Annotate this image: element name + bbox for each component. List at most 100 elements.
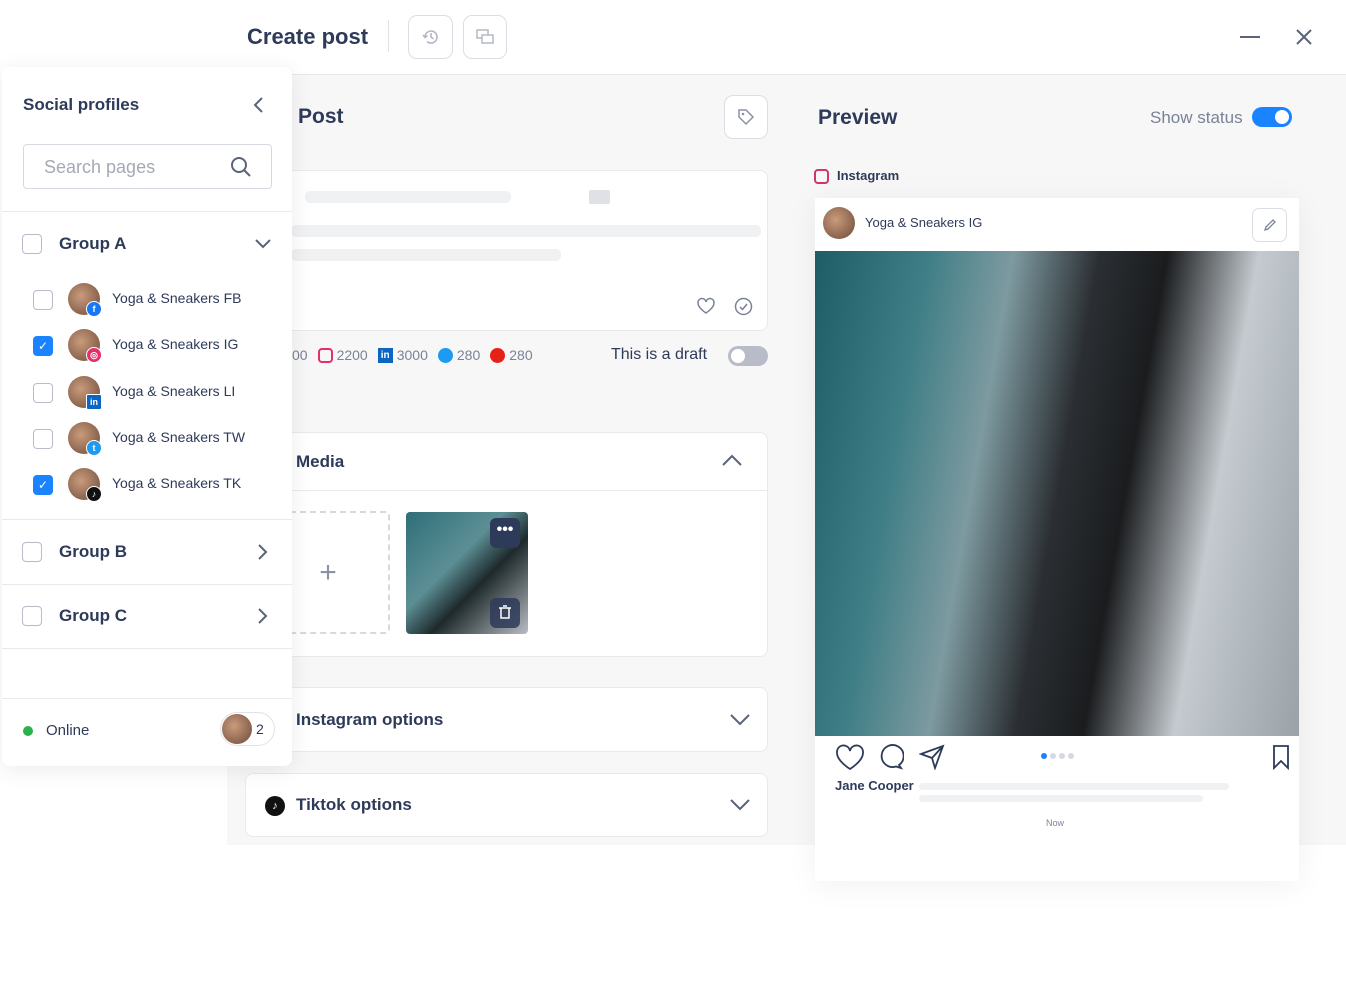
character-counters: 00 2200 in 3000 280 280 xyxy=(292,347,533,363)
card-icon xyxy=(589,190,610,204)
instagram-options-label: Instagram options xyxy=(296,710,444,729)
carousel-dots xyxy=(1041,753,1074,759)
edit-button[interactable] xyxy=(1252,208,1287,242)
group-a-checkbox[interactable] xyxy=(22,234,42,254)
profile-checkbox[interactable] xyxy=(33,429,53,449)
profile-item[interactable]: t Yoga & Sneakers TW xyxy=(2,422,292,456)
linkedin-icon: in xyxy=(377,347,393,363)
post-title: Post xyxy=(298,105,344,128)
profile-item[interactable]: ✓ ♪ Yoga & Sneakers TK xyxy=(2,468,292,502)
chevron-up-icon[interactable] xyxy=(721,453,743,467)
post-time: Now xyxy=(1046,818,1065,828)
preview-network: Instagram xyxy=(837,168,900,183)
header-divider xyxy=(388,20,389,52)
more-icon[interactable]: ••• xyxy=(490,518,520,548)
instagram-preview-card: Yoga & Sneakers IG Jane Cooper Now xyxy=(815,198,1299,881)
profile-item[interactable]: in Yoga & Sneakers LI xyxy=(2,376,292,410)
profile-label: Yoga & Sneakers TK xyxy=(112,475,242,491)
plus-icon: + xyxy=(319,555,337,589)
like-icon[interactable] xyxy=(835,744,865,772)
preview-title: Preview xyxy=(818,106,898,129)
draft-label: This is a draft xyxy=(611,346,708,363)
tag-icon xyxy=(738,109,755,126)
post-editor[interactable] xyxy=(250,170,768,331)
trash-button[interactable] xyxy=(490,598,520,628)
show-status-toggle[interactable] xyxy=(1252,107,1292,127)
group-b-checkbox[interactable] xyxy=(22,542,42,562)
twitter-icon xyxy=(437,347,453,363)
pencil-icon xyxy=(1263,219,1276,232)
draft-toggle[interactable] xyxy=(728,346,768,366)
heart-icon[interactable] xyxy=(696,297,716,315)
profile-label: Yoga & Sneakers TW xyxy=(112,429,246,445)
bookmark-icon[interactable] xyxy=(1272,744,1290,770)
profile-checkbox[interactable] xyxy=(33,290,53,310)
user-avatar xyxy=(222,714,252,744)
username: Jane Cooper xyxy=(835,778,914,793)
search-icon[interactable] xyxy=(230,156,252,178)
profile-checkbox[interactable]: ✓ xyxy=(33,475,53,495)
online-count: 2 xyxy=(256,721,264,737)
search-placeholder: Search pages xyxy=(44,157,156,177)
counter-linkedin: in 3000 xyxy=(377,347,428,363)
account-avatar xyxy=(823,207,855,239)
online-dot xyxy=(23,726,33,736)
share-icon[interactable] xyxy=(919,744,945,770)
tiktok-options-panel[interactable]: ♪ Tiktok options xyxy=(245,773,768,837)
media-thumbnail[interactable]: ••• xyxy=(406,512,528,634)
tiktok-icon: ♪ xyxy=(265,796,285,816)
linkedin-icon: in xyxy=(86,394,102,410)
social-profiles-sidebar: Social profiles Search pages Group A f Y… xyxy=(2,67,292,766)
instagram-options-panel[interactable]: Instagram options xyxy=(250,687,768,752)
chevron-left-icon[interactable] xyxy=(252,96,264,114)
chevron-right-icon[interactable] xyxy=(257,607,269,625)
account-name: Yoga & Sneakers IG xyxy=(865,215,983,230)
tiktok-icon: ♪ xyxy=(86,486,102,502)
instagram-icon: ◎ xyxy=(86,347,102,363)
media-title: Media xyxy=(296,452,345,471)
profile-avatar: t xyxy=(68,422,102,456)
group-c[interactable]: Group C xyxy=(2,596,292,636)
instagram-icon xyxy=(317,347,333,363)
instagram-icon xyxy=(814,169,829,184)
profile-item[interactable]: ✓ ◎ Yoga & Sneakers IG xyxy=(2,329,292,363)
page-title: Create post xyxy=(247,24,369,49)
check-circle-icon[interactable] xyxy=(734,297,753,316)
tiktok-options-label: Tiktok options xyxy=(296,795,412,814)
status-label: Online xyxy=(46,722,90,739)
profile-item[interactable]: f Yoga & Sneakers FB xyxy=(2,283,292,317)
profile-avatar: in xyxy=(68,376,102,410)
online-users[interactable]: 2 xyxy=(220,712,275,746)
trash-icon xyxy=(499,605,511,619)
twitter-icon: t xyxy=(86,440,102,456)
group-label: Group C xyxy=(59,606,127,625)
facebook-icon: f xyxy=(86,301,102,317)
comment-icon[interactable] xyxy=(878,744,904,770)
show-status-label: Show status xyxy=(1150,108,1243,127)
chevron-down-icon[interactable] xyxy=(729,798,751,812)
chevron-right-icon[interactable] xyxy=(257,543,269,561)
tag-button[interactable] xyxy=(724,95,768,139)
counter: 00 xyxy=(292,347,308,363)
minimize-icon[interactable] xyxy=(1240,36,1260,38)
youtube-icon xyxy=(490,347,506,363)
sidebar-title: Social profiles xyxy=(23,95,140,114)
comments-button[interactable] xyxy=(463,15,507,59)
profile-label: Yoga & Sneakers LI xyxy=(112,383,236,399)
chevron-down-icon[interactable] xyxy=(254,238,272,250)
counter-instagram: 2200 xyxy=(317,347,368,363)
search-input[interactable]: Search pages xyxy=(23,144,272,189)
close-icon[interactable] xyxy=(1295,28,1313,46)
group-c-checkbox[interactable] xyxy=(22,606,42,626)
media-panel: Media + ••• xyxy=(250,432,768,657)
chevron-down-icon[interactable] xyxy=(729,713,751,727)
profile-checkbox[interactable]: ✓ xyxy=(33,336,53,356)
history-button[interactable] xyxy=(408,15,453,59)
profile-checkbox[interactable] xyxy=(33,383,53,403)
group-label: Group B xyxy=(59,542,127,561)
counter-twitter: 280 xyxy=(437,347,480,363)
profile-avatar: ♪ xyxy=(68,468,102,502)
history-icon xyxy=(421,30,438,44)
group-b[interactable]: Group B xyxy=(2,532,292,572)
group-a[interactable]: Group A xyxy=(2,224,292,264)
